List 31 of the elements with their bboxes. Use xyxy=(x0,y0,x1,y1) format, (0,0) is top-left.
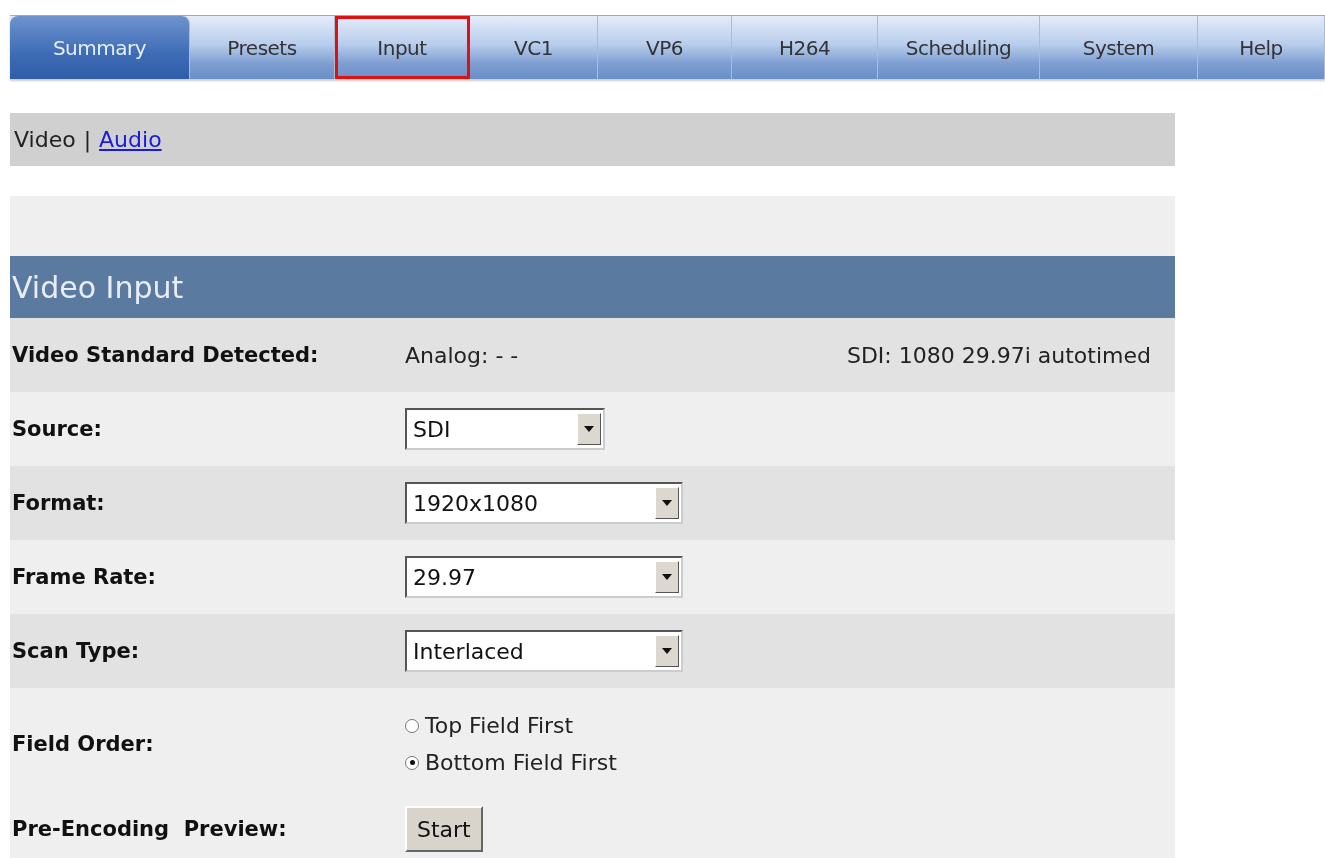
radio-button[interactable] xyxy=(405,755,419,770)
dropdown[interactable]: 29.97 xyxy=(405,556,683,598)
nav-tab[interactable]: Summary xyxy=(10,16,190,79)
start-button[interactable]: Start xyxy=(405,806,483,852)
radio-label[interactable]: Top Field First xyxy=(425,713,574,738)
radio-label[interactable]: Bottom Field First xyxy=(425,750,617,775)
field-label: Format: xyxy=(12,491,106,515)
nav-tab[interactable]: Scheduling xyxy=(878,16,1040,79)
field-label: Field Order: xyxy=(12,732,155,756)
field-label: Source: xyxy=(12,417,103,441)
field-label: Video Standard Detected: xyxy=(12,343,320,367)
field-label: Scan Type: xyxy=(12,639,141,663)
field-label: Frame Rate: xyxy=(12,565,157,589)
nav-tab[interactable]: Presets xyxy=(190,16,335,79)
nav-tab[interactable]: VP6 xyxy=(598,16,732,79)
audio-link[interactable]: Audio xyxy=(99,127,162,152)
current-section: Video xyxy=(14,127,76,152)
dropdown[interactable]: Interlaced xyxy=(405,630,683,672)
analog-reading: Analog: - - xyxy=(405,342,519,368)
sdi-reading: SDI: 1080 29.97i autotimed xyxy=(846,342,1152,368)
dropdown[interactable]: SDI xyxy=(405,408,605,450)
field-label: Pre-Encoding Preview: xyxy=(12,817,288,841)
nav-tab[interactable]: System xyxy=(1040,16,1198,79)
separator: | xyxy=(83,127,92,152)
nav-tab[interactable]: Help xyxy=(1198,16,1325,79)
radio-button[interactable] xyxy=(405,718,419,733)
dropdown[interactable]: 1920x1080 xyxy=(405,482,683,524)
nav-tab[interactable]: Input xyxy=(335,16,470,79)
nav-tab[interactable]: VC1 xyxy=(470,16,598,79)
nav-tab[interactable]: H264 xyxy=(732,16,878,79)
section-header: Video Input xyxy=(10,256,1175,318)
